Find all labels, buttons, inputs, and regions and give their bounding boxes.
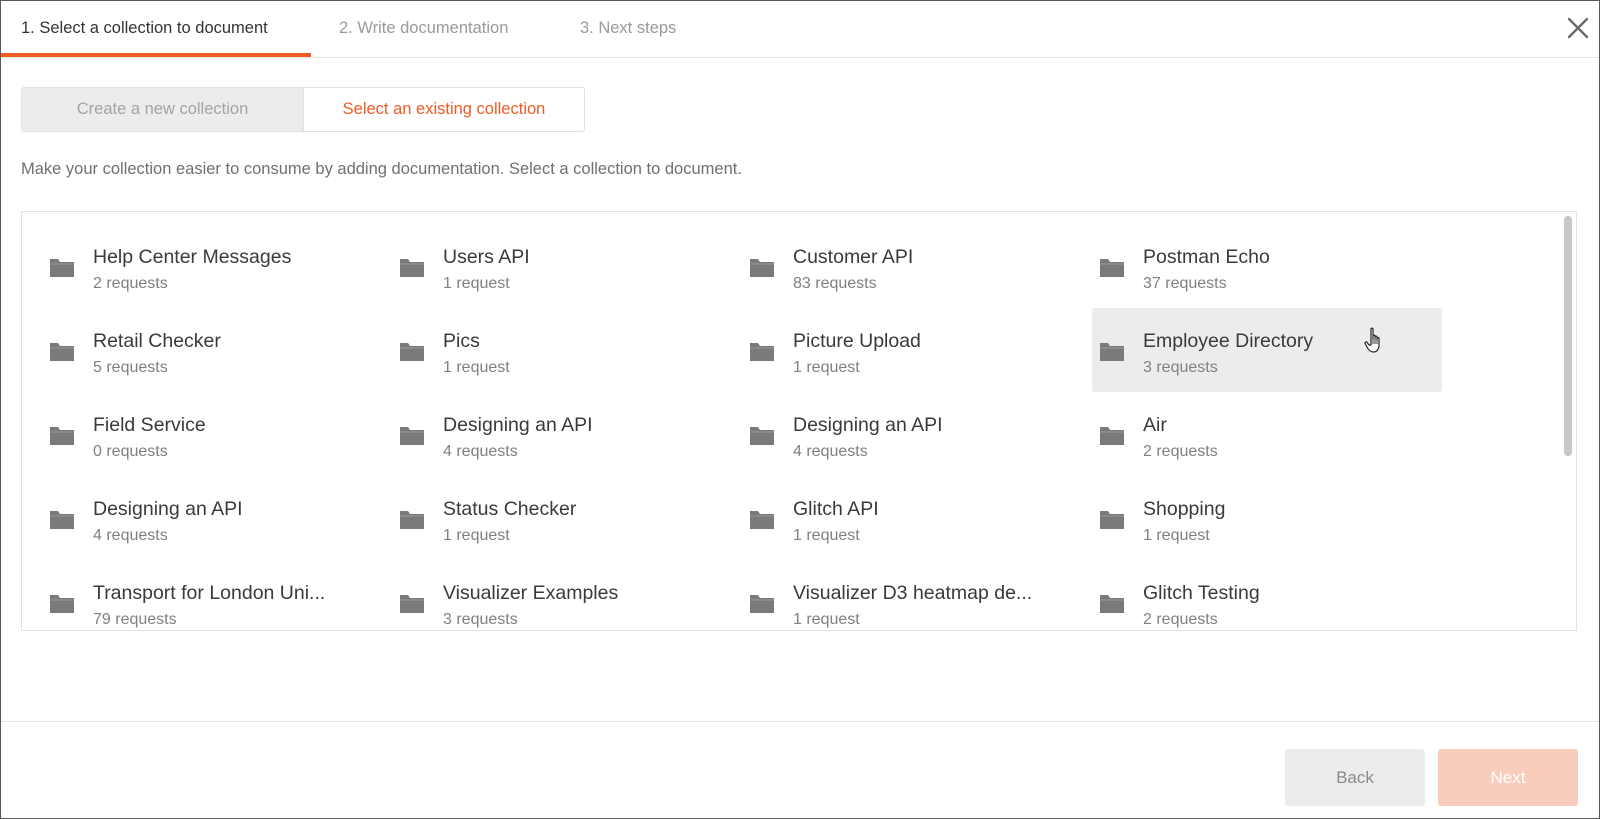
collection-request-count: 4 requests xyxy=(793,443,868,460)
collection-name: Retail Checker xyxy=(93,330,221,352)
collection-name: Users API xyxy=(443,246,530,268)
collection-card[interactable]: Postman Echo 37 requests xyxy=(1092,224,1442,308)
collection-request-count: 4 requests xyxy=(93,527,168,544)
collection-request-count: 1 request xyxy=(1143,527,1210,544)
folder-icon xyxy=(400,511,424,529)
collection-card[interactable]: Designing an API 4 requests xyxy=(392,392,742,476)
step-tab-select-collection[interactable]: 1. Select a collection to document xyxy=(21,1,268,58)
collection-card[interactable]: Visualizer Examples 3 requests xyxy=(392,560,742,630)
collection-card[interactable]: Glitch Testing 2 requests xyxy=(1092,560,1442,630)
collection-request-count: 3 requests xyxy=(1143,359,1218,376)
close-icon xyxy=(1567,17,1589,39)
collection-name: Glitch Testing xyxy=(1143,582,1260,604)
collection-card[interactable]: Visualizer D3 heatmap de... 1 request xyxy=(742,560,1092,630)
folder-icon xyxy=(50,259,74,277)
collection-name: Shopping xyxy=(1143,498,1226,520)
active-step-indicator xyxy=(1,53,311,57)
collection-card[interactable]: Shopping 1 request xyxy=(1092,476,1442,560)
collection-request-count: 1 request xyxy=(443,359,510,376)
collection-request-count: 0 requests xyxy=(93,443,168,460)
scrollbar[interactable] xyxy=(1564,216,1572,626)
folder-icon xyxy=(750,427,774,445)
collection-card[interactable]: Designing an API 4 requests xyxy=(742,392,1092,476)
collection-name: Field Service xyxy=(93,414,206,436)
collection-request-count: 1 request xyxy=(443,527,510,544)
footer-divider xyxy=(1,721,1599,722)
collection-card[interactable]: Transport for London Uni... 79 requests xyxy=(42,560,392,630)
collection-mode-toggle: Create a new collection Select an existi… xyxy=(21,87,585,132)
collection-card[interactable]: Picture Upload 1 request xyxy=(742,308,1092,392)
collection-name: Designing an API xyxy=(93,498,243,520)
folder-icon xyxy=(50,343,74,361)
create-new-collection-option[interactable]: Create a new collection xyxy=(22,88,303,131)
collection-name: Postman Echo xyxy=(1143,246,1270,268)
collection-request-count: 83 requests xyxy=(793,275,877,292)
folder-icon xyxy=(400,343,424,361)
collection-card[interactable]: Air 2 requests xyxy=(1092,392,1442,476)
step-tabs: 1. Select a collection to document 2. Wr… xyxy=(1,1,1599,58)
collection-card[interactable]: Users API 1 request xyxy=(392,224,742,308)
collection-name: Help Center Messages xyxy=(93,246,292,268)
dialog: 1. Select a collection to document 2. Wr… xyxy=(0,0,1600,819)
collection-request-count: 1 request xyxy=(443,275,510,292)
collection-request-count: 1 request xyxy=(793,611,860,628)
folder-icon xyxy=(1100,259,1124,277)
folder-icon xyxy=(50,427,74,445)
description-text: Make your collection easier to consume b… xyxy=(21,160,742,178)
collection-request-count: 79 requests xyxy=(93,611,177,628)
close-button[interactable] xyxy=(1565,15,1591,41)
scrollbar-thumb[interactable] xyxy=(1564,216,1572,456)
folder-icon xyxy=(400,427,424,445)
collection-list: Help Center Messages 2 requests Users API 1… xyxy=(21,211,1577,631)
collection-request-count: 2 requests xyxy=(1143,443,1218,460)
folder-icon xyxy=(1100,511,1124,529)
collection-name: Pics xyxy=(443,330,480,352)
folder-icon xyxy=(750,511,774,529)
collection-request-count: 4 requests xyxy=(443,443,518,460)
collection-card[interactable]: Pics 1 request xyxy=(392,308,742,392)
collection-request-count: 37 requests xyxy=(1143,275,1227,292)
back-button[interactable]: Back xyxy=(1285,749,1425,806)
collection-name: Designing an API xyxy=(793,414,943,436)
folder-icon xyxy=(750,259,774,277)
folder-icon xyxy=(50,511,74,529)
collection-request-count: 2 requests xyxy=(93,275,168,292)
collection-request-count: 5 requests xyxy=(93,359,168,376)
collection-card[interactable]: Help Center Messages 2 requests xyxy=(42,224,392,308)
collection-card[interactable]: Status Checker 1 request xyxy=(392,476,742,560)
select-existing-collection-option[interactable]: Select an existing collection xyxy=(303,88,584,131)
collection-request-count: 3 requests xyxy=(443,611,518,628)
collection-card[interactable]: Glitch API 1 request xyxy=(742,476,1092,560)
folder-icon xyxy=(400,259,424,277)
collection-card[interactable]: Customer API 83 requests xyxy=(742,224,1092,308)
folder-icon xyxy=(1100,343,1124,361)
step-tab-next-steps[interactable]: 3. Next steps xyxy=(580,1,676,58)
folder-icon xyxy=(1100,427,1124,445)
collection-request-count: 2 requests xyxy=(1143,611,1218,628)
folder-icon xyxy=(750,595,774,613)
folder-icon xyxy=(400,595,424,613)
collection-name: Designing an API xyxy=(443,414,593,436)
collection-card[interactable]: Retail Checker 5 requests xyxy=(42,308,392,392)
collection-card[interactable]: Employee Directory 3 requests xyxy=(1092,308,1442,392)
collection-name: Transport for London Uni... xyxy=(93,582,326,604)
folder-icon xyxy=(50,595,74,613)
collection-request-count: 1 request xyxy=(793,359,860,376)
collection-name: Picture Upload xyxy=(793,330,921,352)
collection-name: Customer API xyxy=(793,246,914,268)
folder-icon xyxy=(1100,595,1124,613)
collection-name: Air xyxy=(1143,414,1167,436)
collection-name: Glitch API xyxy=(793,498,879,520)
collection-request-count: 1 request xyxy=(793,527,860,544)
collection-name: Visualizer D3 heatmap de... xyxy=(793,582,1033,604)
folder-icon xyxy=(750,343,774,361)
next-button[interactable]: Next xyxy=(1438,749,1578,806)
step-tab-write-documentation[interactable]: 2. Write documentation xyxy=(339,1,508,58)
collection-name: Employee Directory xyxy=(1143,330,1314,352)
collection-name: Status Checker xyxy=(443,498,577,520)
collection-name: Visualizer Examples xyxy=(443,582,619,604)
collection-card[interactable]: Designing an API 4 requests xyxy=(42,476,392,560)
collection-card[interactable]: Field Service 0 requests xyxy=(42,392,392,476)
